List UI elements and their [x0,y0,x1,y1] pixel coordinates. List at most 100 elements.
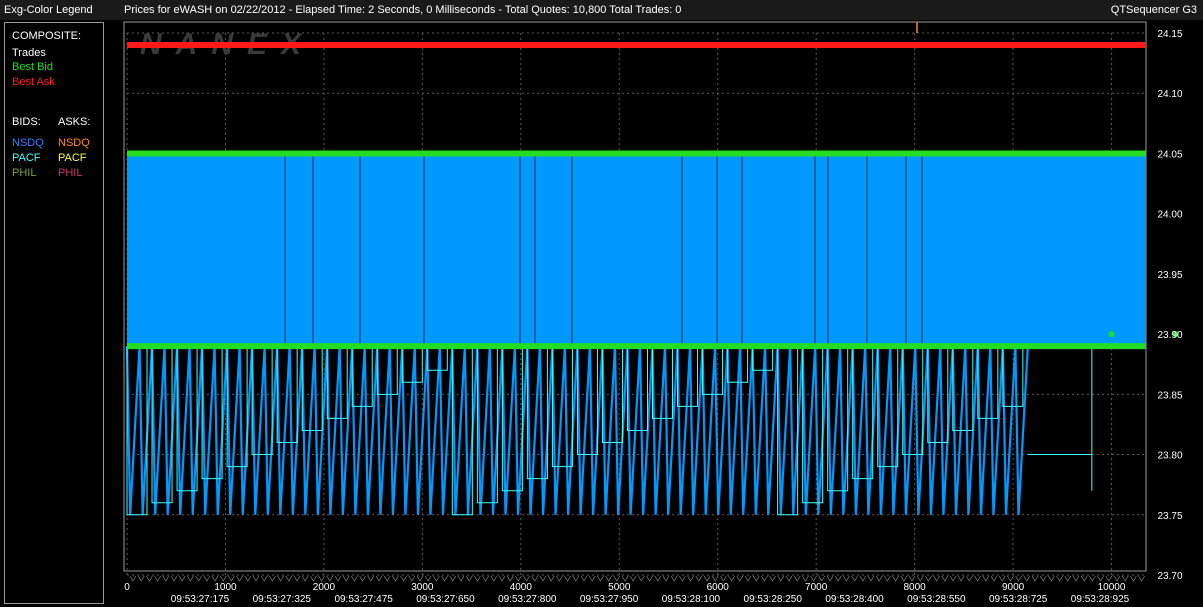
x-minor-tick [556,575,563,582]
x-minor-tick [1113,575,1121,582]
x-minor-tick [539,575,547,582]
x-minor-tick [482,575,489,582]
x-minor-tick [613,575,621,582]
x-minor-tick [293,575,301,582]
x-minor-tick [1072,575,1080,582]
x-minor-tick [851,575,858,582]
x-minor-tick [1130,575,1137,582]
x-minor-tick [523,575,530,582]
x-minor-tick [990,575,998,582]
x-minor-tick [301,575,309,582]
x-minor-tick [834,575,842,582]
x-minor-tick [515,575,522,582]
x-minor-tick [785,575,793,582]
x-minor-tick [744,575,752,582]
x-tick-label: 6000 [707,582,730,593]
y-tick-label: 23.90 [1157,330,1182,341]
x-minor-tick [367,575,375,582]
time-label: 09:53:28:925 [1071,594,1130,605]
x-minor-tick [662,575,670,582]
x-tick-label: 5000 [608,582,631,593]
x-minor-tick [646,575,653,582]
x-minor-tick [1105,575,1113,582]
x-minor-tick [695,575,703,582]
x-minor-tick [597,575,604,582]
x-minor-tick [949,575,957,582]
x-minor-tick [162,575,170,582]
x-minor-tick [441,575,448,582]
x-minor-tick [900,575,908,582]
x-minor-tick [605,575,612,582]
x-minor-tick [974,575,981,582]
y-tick-label: 24.00 [1157,210,1182,221]
x-tick-label: 10000 [1098,582,1126,593]
x-minor-tick [1007,575,1014,582]
x-minor-tick [408,575,416,582]
x-minor-tick [334,575,342,582]
x-minor-tick [490,575,498,582]
time-label: 09:53:28:550 [907,594,966,605]
time-label: 09:53:27:950 [580,594,639,605]
x-minor-tick [867,575,875,582]
x-minor-tick [457,575,465,582]
x-minor-tick [621,575,629,582]
time-label: 09:53:28:400 [825,594,884,605]
x-minor-tick [1031,575,1039,582]
x-minor-tick [318,575,325,582]
x-minor-tick [1056,575,1063,582]
x-minor-tick [572,575,580,582]
x-minor-tick [638,575,645,582]
time-label: 09:53:27:175 [171,594,230,605]
x-minor-tick [506,575,514,582]
quote-band [127,153,1146,347]
x-minor-tick [793,575,801,582]
x-minor-tick [187,575,194,582]
x-minor-tick [752,575,760,582]
x-tick-label: 9000 [1002,582,1025,593]
x-minor-tick [351,575,358,582]
x-minor-tick [203,575,211,582]
x-minor-tick [736,575,744,582]
x-minor-tick [531,575,539,582]
x-minor-tick [195,575,202,582]
x-minor-tick [908,575,916,582]
y-tick-label: 23.75 [1157,511,1182,522]
x-minor-tick [843,575,850,582]
bid-tail [1027,346,1093,456]
x-minor-tick [211,575,219,582]
x-minor-tick [1138,575,1145,582]
x-minor-tick [982,575,990,582]
x-minor-tick [285,575,293,582]
x-minor-tick [326,575,334,582]
y-tick-label: 23.70 [1157,571,1182,582]
x-minor-tick [260,575,268,582]
y-tick-label: 23.85 [1157,390,1182,401]
x-minor-tick [269,575,276,582]
best-bid-dot [1108,331,1115,338]
x-minor-tick [342,575,350,582]
x-minor-tick [925,575,932,582]
y-tick-label: 24.15 [1157,29,1182,40]
time-label: 09:53:27:325 [253,594,312,605]
x-minor-tick [1015,575,1022,582]
x-minor-tick [588,575,596,582]
x-minor-tick [884,575,891,582]
x-minor-tick [465,575,473,582]
x-minor-tick [810,575,817,582]
x-minor-tick [1048,575,1055,582]
time-label: 09:53:28:725 [989,594,1048,605]
x-minor-tick [498,575,506,582]
x-tick-label: 0 [124,582,130,593]
time-label: 09:53:27:475 [334,594,393,605]
x-minor-tick [777,575,785,582]
y-tick-label: 24.05 [1157,149,1182,160]
x-tick-label: 1000 [214,582,237,593]
x-minor-tick [383,575,391,582]
y-tick-label: 24.10 [1157,89,1182,100]
x-minor-tick [998,575,1006,582]
x-minor-tick [178,575,186,582]
x-minor-tick [802,575,809,582]
y-tick-label: 23.80 [1157,451,1182,462]
data-layer [125,22,1179,516]
x-minor-tick [720,575,727,582]
